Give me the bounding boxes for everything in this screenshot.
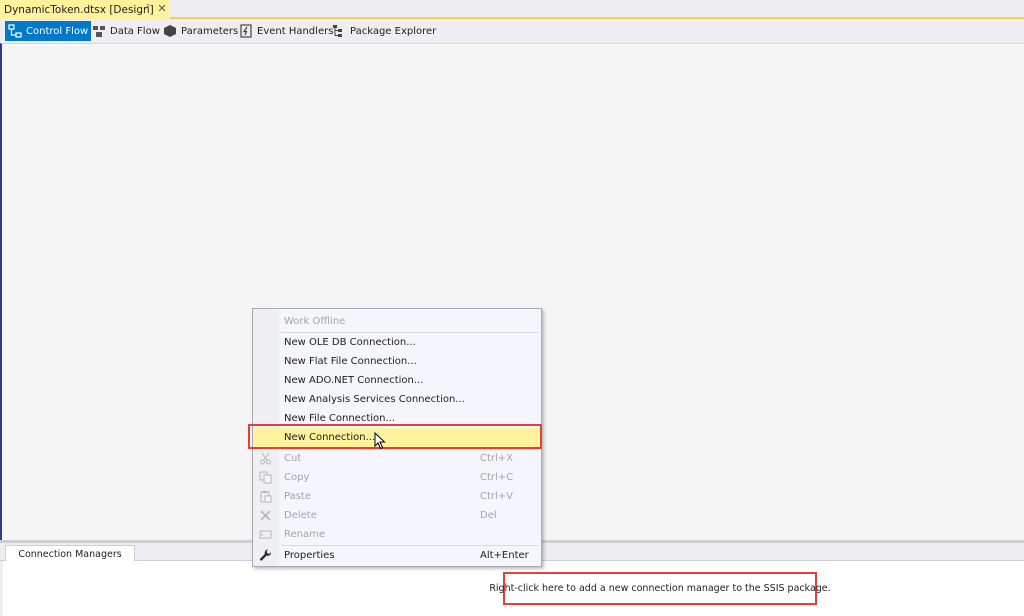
menu-item-new-ole-db-connection[interactable]: New OLE DB Connection... (253, 333, 541, 352)
menu-item-label: New Flat File Connection... (284, 356, 417, 367)
tab-parameters[interactable]: Parameters (160, 21, 241, 41)
menu-item-label: Delete (284, 510, 317, 521)
cut-icon (259, 452, 272, 465)
menu-item-new-analysis-services-connection[interactable]: New Analysis Services Connection... (253, 390, 541, 409)
tab-event-handlers-label: Event Handlers (257, 25, 334, 37)
document-tab-title: DynamicToken.dtsx [Design] (4, 3, 154, 16)
wrench-icon (259, 549, 272, 562)
menu-item-shortcut: Del (480, 510, 497, 521)
tab-data-flow[interactable]: Data Flow (89, 21, 163, 41)
designer-toolbar: Control Flow Data Flow Parameters Event … (0, 21, 1024, 43)
tab-control-flow[interactable]: Control Flow (5, 21, 92, 41)
menu-item-label: Work Offline (284, 316, 346, 327)
menu-item-label: New Analysis Services Connection... (284, 394, 465, 405)
menu-item-shortcut: Alt+Enter (480, 550, 529, 561)
tab-package-explorer[interactable]: Package Explorer (329, 21, 439, 41)
menu-item-delete[interactable]: Delete Del (253, 506, 541, 525)
menu-item-new-flat-file-connection[interactable]: New Flat File Connection... (253, 352, 541, 371)
rename-icon (259, 528, 272, 541)
menu-item-shortcut: Ctrl+V (480, 491, 514, 502)
menu-item-properties[interactable]: Properties Alt+Enter (253, 546, 541, 565)
menu-item-label: Rename (284, 529, 326, 540)
menu-item-label: Properties (284, 550, 335, 561)
paste-icon (259, 490, 272, 503)
control-flow-icon (8, 24, 22, 38)
menu-item-paste[interactable]: Paste Ctrl+V (253, 487, 541, 506)
mouse-cursor-icon (374, 431, 386, 450)
tab-data-flow-label: Data Flow (110, 25, 160, 37)
menu-item-label: New OLE DB Connection... (284, 337, 416, 348)
data-flow-icon (92, 24, 106, 38)
menu-item-new-ado-net-connection[interactable]: New ADO.NET Connection... (253, 371, 541, 390)
document-tab[interactable]: DynamicToken.dtsx [Design] ⤒ ✕ (0, 0, 170, 19)
menu-item-work-offline[interactable]: Work Offline (253, 312, 541, 331)
close-icon[interactable]: ✕ (156, 2, 168, 16)
menu-item-shortcut: Ctrl+C (480, 472, 514, 483)
menu-item-label: Cut (284, 453, 302, 464)
menu-item-shortcut: Ctrl+X (480, 453, 514, 464)
menu-item-label: Copy (284, 472, 310, 483)
connection-managers-hint: Right-click here to add a new connection… (489, 572, 831, 605)
parameters-icon (163, 24, 177, 38)
tab-parameters-label: Parameters (181, 25, 239, 37)
event-handlers-icon (239, 24, 253, 38)
package-explorer-icon (332, 24, 346, 38)
new-connection-callout (248, 424, 542, 449)
menu-item-rename[interactable]: Rename (253, 525, 541, 544)
tab-package-explorer-label: Package Explorer (350, 25, 437, 37)
menu-item-cut[interactable]: Cut Ctrl+X (253, 449, 541, 468)
pin-icon[interactable]: ⤒ (142, 2, 154, 16)
menu-item-copy[interactable]: Copy Ctrl+C (253, 468, 541, 487)
document-tab-strip: DynamicToken.dtsx [Design] ⤒ ✕ (0, 0, 1024, 19)
menu-item-label: Paste (284, 491, 311, 502)
connection-managers-tab[interactable]: Connection Managers (5, 545, 135, 562)
copy-icon (259, 471, 272, 484)
menu-item-label: New ADO.NET Connection... (284, 375, 424, 386)
delete-icon (259, 509, 272, 522)
tab-control-flow-label: Control Flow (26, 25, 89, 37)
tab-event-handlers[interactable]: Event Handlers (236, 21, 336, 41)
